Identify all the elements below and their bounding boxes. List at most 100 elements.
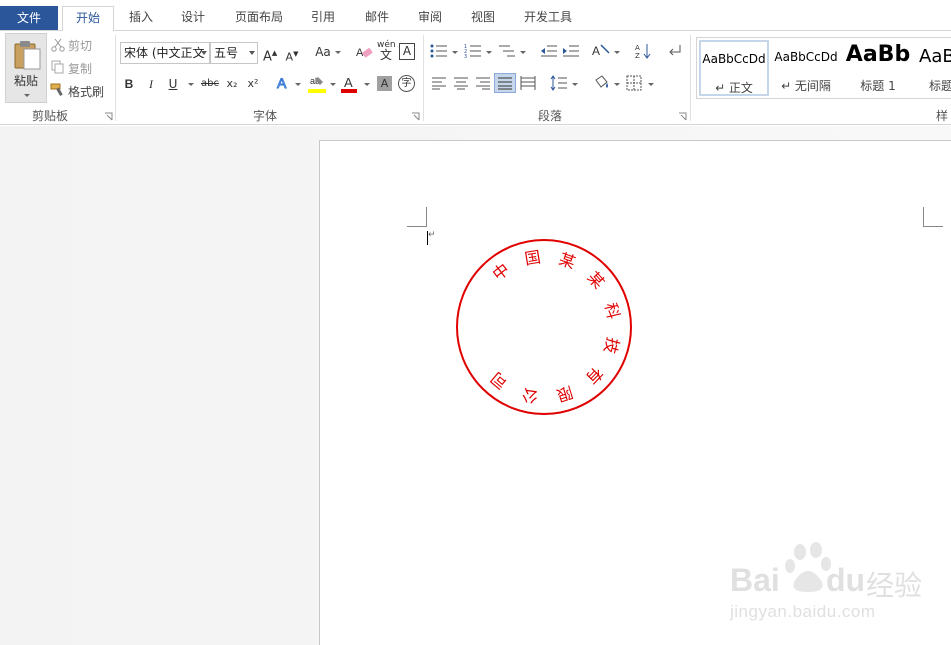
font-color-icon[interactable]: A bbox=[341, 74, 357, 94]
group-divider bbox=[690, 35, 691, 121]
font-size-value: 五号 bbox=[214, 46, 239, 60]
tab-insert[interactable]: 插入 bbox=[118, 6, 164, 31]
tab-view[interactable]: 视图 bbox=[460, 6, 506, 31]
styles-group-label: 样 bbox=[936, 109, 949, 123]
chinese-layout-icon[interactable]: A bbox=[592, 42, 610, 60]
strikethrough-button[interactable]: abc bbox=[199, 76, 221, 92]
character-border-button[interactable]: A bbox=[399, 43, 415, 60]
chevron-down-icon bbox=[188, 83, 194, 86]
italic-button[interactable]: I bbox=[144, 76, 158, 92]
tab-references[interactable]: 引用 bbox=[300, 6, 346, 31]
style-name: 标题 1 bbox=[860, 79, 896, 93]
format-painter-icon bbox=[50, 83, 63, 96]
seal-char: 科 bbox=[601, 301, 623, 321]
svg-text:3: 3 bbox=[464, 54, 467, 59]
align-center-icon[interactable] bbox=[453, 76, 469, 90]
seal-char: 某 bbox=[557, 249, 578, 272]
ribbon-home: 粘贴 剪切 复制 格式刷 剪贴板 宋体 (中文正文 五号 A▲ A▼ Aa A … bbox=[0, 31, 951, 125]
company-seal[interactable]: 中国 某某科技有限公司 bbox=[454, 237, 634, 417]
clipboard-dialog-launcher-icon[interactable] bbox=[104, 112, 113, 121]
watermark-url: jingyan.baidu.com bbox=[730, 602, 876, 621]
chevron-down-icon bbox=[335, 51, 341, 54]
tab-design[interactable]: 设计 bbox=[170, 6, 216, 31]
style-name: 标题 bbox=[929, 79, 951, 93]
chevron-down-icon bbox=[452, 51, 458, 54]
underline-button[interactable]: U bbox=[166, 76, 180, 92]
line-spacing-icon[interactable] bbox=[550, 75, 568, 91]
chevron-down-icon bbox=[572, 83, 578, 86]
chevron-down-icon bbox=[249, 51, 255, 55]
chevron-down-icon bbox=[330, 83, 336, 86]
crop-mark-top-left bbox=[407, 207, 427, 227]
shrink-font-icon[interactable]: A▼ bbox=[285, 46, 299, 66]
justify-icon bbox=[498, 77, 512, 90]
styles-gallery: AaBbCcDd ↵ 正文 AaBbCcDd ↵ 无间隔 AaBb 标题 1 A… bbox=[696, 37, 951, 99]
sort-icon[interactable]: AZ bbox=[635, 42, 653, 60]
chevron-down-icon bbox=[614, 51, 620, 54]
style-heading-1[interactable]: AaBb 标题 1 bbox=[843, 40, 913, 96]
increase-indent-icon[interactable] bbox=[562, 43, 580, 59]
justify-button[interactable] bbox=[494, 73, 516, 93]
font-dialog-launcher-icon[interactable] bbox=[411, 112, 420, 121]
highlight-color-icon[interactable]: ab bbox=[308, 74, 326, 94]
style-preview: AaBb bbox=[845, 42, 911, 67]
font-group-label: 字体 bbox=[252, 109, 277, 123]
phonetic-guide-button[interactable]: wén 文 bbox=[377, 40, 396, 62]
chevron-down-icon bbox=[364, 83, 370, 86]
cut-button[interactable]: 剪切 bbox=[68, 37, 92, 54]
enclose-characters-button[interactable]: 字 bbox=[398, 75, 415, 92]
seal-char: 技 bbox=[600, 335, 623, 355]
style-no-spacing[interactable]: AaBbCcDd ↵ 无间隔 bbox=[771, 40, 841, 96]
tab-home[interactable]: 开始 bbox=[62, 6, 114, 32]
clipboard-icon bbox=[14, 41, 41, 70]
text-effects-icon[interactable]: A bbox=[275, 75, 291, 91]
paste-button[interactable]: 粘贴 bbox=[5, 33, 47, 103]
font-size-combo[interactable]: 五号 bbox=[210, 42, 258, 64]
grow-font-icon[interactable]: A▲ bbox=[263, 45, 277, 65]
copy-button[interactable]: 复制 bbox=[68, 60, 92, 77]
paste-label: 粘贴 bbox=[14, 74, 39, 88]
seal-char: 公 bbox=[520, 385, 539, 407]
tab-file[interactable]: 文件 bbox=[0, 6, 58, 30]
bold-button[interactable]: B bbox=[122, 76, 136, 92]
font-name-combo[interactable]: 宋体 (中文正文 bbox=[120, 42, 210, 64]
chevron-down-icon bbox=[648, 83, 654, 86]
distributed-icon[interactable] bbox=[520, 75, 536, 91]
borders-icon[interactable] bbox=[626, 75, 642, 91]
phonetic-bottom-text: 文 bbox=[379, 48, 392, 62]
tab-developer[interactable]: 开发工具 bbox=[514, 6, 582, 31]
tab-mailings[interactable]: 邮件 bbox=[354, 6, 400, 31]
style-name: ↵ 无间隔 bbox=[781, 79, 831, 93]
align-left-icon[interactable] bbox=[431, 76, 447, 90]
align-right-icon[interactable] bbox=[475, 76, 491, 90]
seal-ring bbox=[456, 239, 632, 415]
format-painter-button[interactable]: 格式刷 bbox=[68, 83, 104, 100]
watermark-brand-a: Bai bbox=[730, 562, 780, 598]
svg-text:A: A bbox=[635, 44, 640, 52]
show-paragraph-marks-icon[interactable] bbox=[668, 44, 682, 58]
clear-formatting-icon[interactable]: A bbox=[355, 44, 373, 60]
chevron-down-icon bbox=[614, 83, 620, 86]
decrease-indent-icon[interactable] bbox=[540, 43, 558, 59]
seal-char: 中 bbox=[489, 259, 513, 284]
svg-text:Z: Z bbox=[635, 52, 640, 60]
paragraph-dialog-launcher-icon[interactable] bbox=[678, 112, 687, 121]
tab-review[interactable]: 审阅 bbox=[407, 6, 453, 31]
multilevel-list-icon[interactable] bbox=[498, 43, 516, 59]
svg-text:A: A bbox=[592, 44, 600, 58]
numbering-icon[interactable]: 123 bbox=[464, 43, 482, 59]
bullets-icon[interactable] bbox=[430, 43, 448, 59]
style-normal[interactable]: AaBbCcDd ↵ 正文 bbox=[699, 40, 769, 96]
character-shading-button[interactable]: A bbox=[377, 76, 392, 91]
superscript-button[interactable]: x² bbox=[245, 76, 261, 92]
subscript-button[interactable]: x₂ bbox=[224, 76, 240, 92]
shading-icon[interactable] bbox=[592, 74, 610, 92]
seal-char: 国 bbox=[523, 247, 542, 268]
style-preview: AaBbCcDd bbox=[702, 52, 766, 66]
seal-char: 司 bbox=[487, 368, 511, 393]
tab-page-layout[interactable]: 页面布局 bbox=[226, 6, 292, 31]
change-case-button[interactable]: Aa bbox=[313, 44, 333, 60]
seal-char: 某 bbox=[584, 268, 609, 293]
style-title[interactable]: AaB 标题 bbox=[915, 40, 951, 96]
watermark-brand-b: du bbox=[826, 562, 866, 598]
